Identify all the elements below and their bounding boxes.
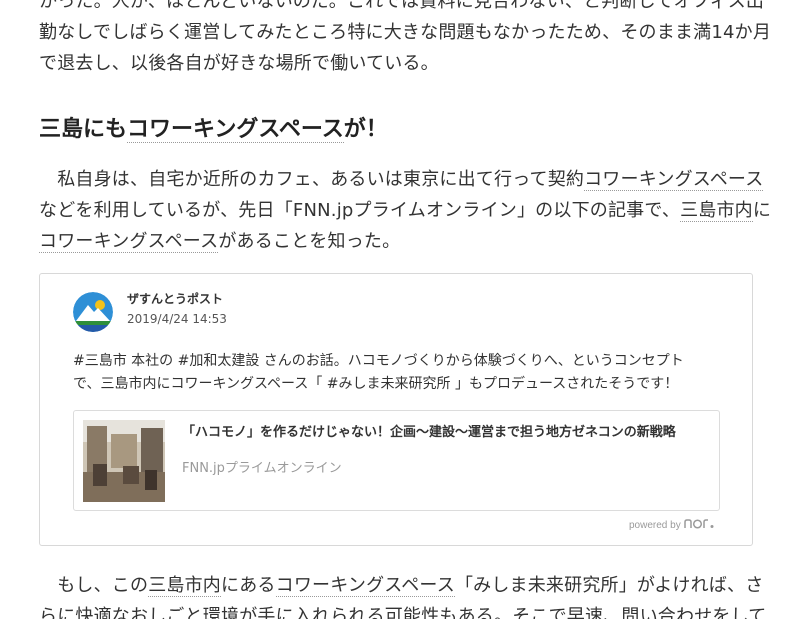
link-preview-card[interactable]: 「ハコモノ」を作るだけじゃない！企画〜建設〜運営まで担う地方ゼネコンの新戦略 F… [73, 410, 720, 511]
paragraph-line: かった。人が、ほとんどいないのだ。これでは賃料に見合わない、と判断してオフィス出 [39, 0, 765, 12]
paragraph-followup: もし、この三島市内にあるコワーキングスペース「みしま未来研究所」がよければ、さ … [39, 570, 767, 619]
heading-text: が！ [343, 117, 388, 142]
post-text-line: #三島市 本社の #加和太建設 さんのお話。ハコモノづくりから体験づくりへ、とい… [73, 353, 684, 369]
paragraph-text: があることを知った。 [218, 231, 401, 252]
keyword-link-coworking[interactable]: コワーキングスペース [584, 169, 764, 191]
paragraph-line: などを利用しているが、先日「FNN.jpプライムオンライン」の以下の記事で、三島… [39, 195, 771, 226]
paragraph-text: にある [221, 575, 276, 596]
keyword-link-coworking[interactable]: コワーキングスペース [39, 231, 219, 253]
paragraph-line: 勤なしでしばらく運営してみたところ特に大きな問題もなかったため、そのまま満14か… [39, 22, 772, 43]
note-logo-icon [683, 519, 716, 532]
paragraph-text: もし、この [39, 575, 149, 596]
post-date[interactable]: 2019/4/24 14:53 [127, 312, 227, 326]
keyword-link-coworking[interactable]: コワーキングスペース [127, 117, 344, 143]
paragraph-text: に [752, 200, 772, 221]
paragraph-line: 私自身は、自宅か近所のカフェ、あるいは東京に出て行って契約コワーキングスペース [39, 164, 764, 195]
keyword-link-coworking[interactable]: コワーキングスペース [275, 575, 455, 597]
mountain-logo-icon[interactable] [73, 292, 113, 332]
post-author[interactable]: ザすんとうポスト [127, 290, 223, 307]
post-text: #三島市 本社の #加和太建設 さんのお話。ハコモノづくりから体験づくりへ、とい… [73, 350, 684, 396]
paragraph-line: コワーキングスペースがあることを知った。 [39, 226, 759, 257]
social-post-embed[interactable]: ザすんとうポスト 2019/4/24 14:53 #三島市 本社の #加和太建設… [39, 273, 753, 546]
paragraph-text: 私自身は、自宅か近所のカフェ、あるいは東京に出て行って契約 [39, 169, 585, 190]
article-page: かった。人が、ほとんどいないのだ。これでは賃料に見合わない、と判断してオフィス出… [0, 0, 800, 619]
heading-text: 三島にも [39, 117, 128, 142]
post-text-line: で、三島市内にコワーキングスペース「 #みしま未来研究所 」もプロデュースされた… [73, 376, 679, 392]
paragraph-intro: かった。人が、ほとんどいないのだ。これでは賃料に見合わない、と判断してオフィス出… [39, 0, 772, 79]
article-thumbnail[interactable] [83, 420, 165, 502]
keyword-link-mishima[interactable]: 三島市内 [680, 200, 753, 222]
section-heading: 三島にもコワーキングスペースが！ [39, 113, 388, 147]
keyword-link-mishima[interactable]: 三島市内 [148, 575, 222, 597]
link-preview-title[interactable]: 「ハコモノ」を作るだけじゃない！企画〜建設〜運営まで担う地方ゼネコンの新戦略 [182, 421, 676, 440]
paragraph-line: もし、この三島市内にあるコワーキングスペース「みしま未来研究所」がよければ、さ [39, 570, 763, 601]
paragraph-body: 私自身は、自宅か近所のカフェ、あるいは東京に出て行って契約コワーキングスペース … [39, 164, 771, 257]
paragraph-line: らに快適なおしごと環境が手に入れられる可能性もある。そこで早速、問い合わせをして [39, 606, 767, 619]
link-preview-source[interactable]: FNN.jpプライムオンライン [182, 457, 342, 476]
powered-by-credit[interactable]: powered by [629, 519, 716, 532]
powered-by-text: powered by [629, 520, 681, 532]
paragraph-text: などを利用しているが、先日「FNN.jpプライムオンライン」の以下の記事で、 [39, 200, 681, 221]
paragraph-line: で退去し、以後各自が好きな場所で働いている。 [39, 53, 439, 74]
paragraph-text: 「みしま未来研究所」がよければ、さ [454, 575, 764, 596]
